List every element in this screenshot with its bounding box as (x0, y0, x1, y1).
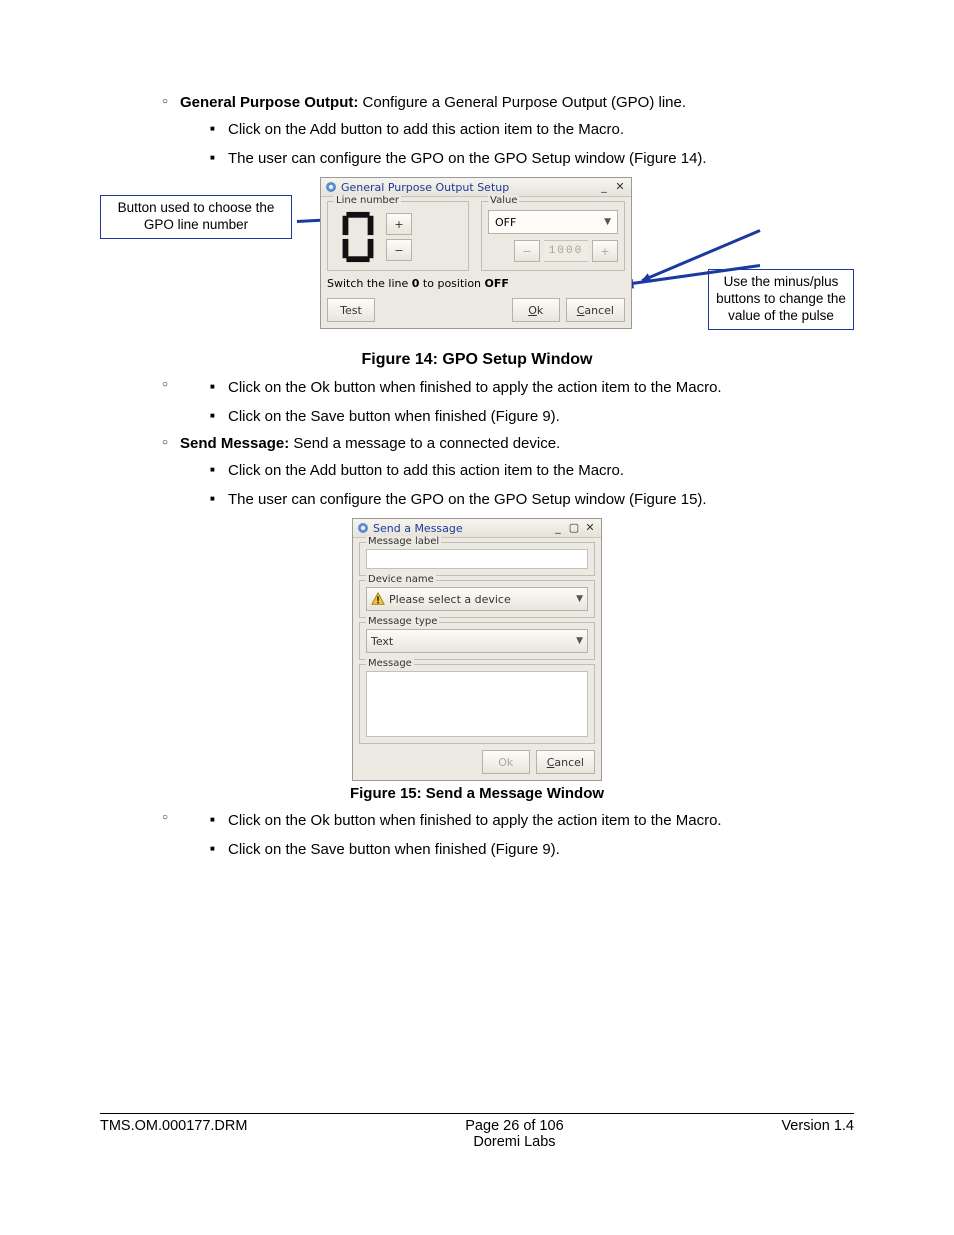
gpo-heading-rest: Configure a General Purpose Output (GPO)… (358, 94, 686, 111)
cancel-button[interactable]: Cancel (536, 750, 595, 774)
message-fieldset: Message (359, 664, 595, 744)
footer-version: Version 1.4 (781, 1118, 854, 1150)
message-type-value: Text (371, 635, 393, 648)
value-legend: Value (488, 195, 519, 206)
callout-line-number: Button used to choose the GPO line numbe… (100, 195, 292, 239)
value-select-text: OFF (495, 216, 516, 229)
message-label-input[interactable] (366, 549, 588, 569)
message-type-select[interactable]: Text ▼ (366, 629, 588, 653)
device-name-select[interactable]: Please select a device ▼ (366, 587, 588, 611)
close-icon[interactable]: ✕ (613, 180, 627, 194)
chevron-down-icon: ▼ (576, 594, 583, 604)
minimize-icon[interactable]: _ (551, 521, 565, 535)
value-select[interactable]: OFF ▼ (488, 210, 618, 234)
test-button[interactable]: Test (327, 298, 375, 322)
line-plus-button[interactable]: + (386, 213, 412, 235)
figure-14-caption: Figure 14: GPO Setup Window (100, 351, 854, 369)
footer-divider (100, 1113, 854, 1114)
message-legend: Message (366, 658, 414, 669)
pulse-plus-button[interactable]: + (592, 240, 618, 262)
app-icon (357, 522, 369, 534)
line-number-legend: Line number (334, 195, 401, 206)
dialog-title-text: Send a Message (373, 522, 549, 535)
bullet-text: The user can configure the GPO on the GP… (210, 148, 854, 169)
line-number-display (334, 210, 382, 264)
message-label-fieldset: Message label (359, 542, 595, 576)
send-message-dialog: Send a Message _ ▢ ✕ Message label Devic… (352, 518, 602, 781)
app-icon (325, 181, 337, 193)
chevron-down-icon: ▼ (604, 217, 611, 227)
bullet-text: Click on the Save button when finished (… (210, 839, 854, 860)
ok-button[interactable]: Ok (512, 298, 560, 322)
message-type-legend: Message type (366, 616, 439, 627)
line-number-fieldset: Line number + − (327, 201, 469, 271)
bullet-text: Click on the Save button when finished (… (210, 406, 854, 427)
bullet-text: Click on the Add button to add this acti… (210, 119, 854, 140)
sendmsg-heading-rest: Send a message to a connected device. (289, 435, 560, 452)
callout-pulse: Use the minus/plus buttons to change the… (708, 269, 854, 330)
gpo-setup-dialog: General Purpose Output Setup _ ✕ Line nu… (320, 177, 632, 329)
value-fieldset: Value OFF ▼ − 1000 + (481, 201, 625, 271)
dialog-title-text: General Purpose Output Setup (341, 181, 595, 194)
chevron-down-icon: ▼ (576, 636, 583, 646)
footer-company: Doremi Labs (465, 1134, 563, 1150)
bullet-text: Click on the Add button to add this acti… (210, 460, 854, 481)
close-icon[interactable]: ✕ (583, 521, 597, 535)
device-name-legend: Device name (366, 574, 436, 585)
gpo-heading-bold: General Purpose Output: (180, 94, 358, 111)
ok-button[interactable]: Ok (482, 750, 530, 774)
message-label-legend: Message label (366, 536, 441, 547)
bullet-text: The user can configure the GPO on the GP… (210, 489, 854, 510)
bullet-text: Click on the Ok button when finished to … (210, 377, 854, 398)
bullet-text: Click on the Ok button when finished to … (210, 810, 854, 831)
pulse-value: 1000 (544, 240, 588, 262)
warning-icon (371, 592, 385, 606)
maximize-icon[interactable]: ▢ (567, 521, 581, 535)
device-name-placeholder: Please select a device (389, 593, 511, 606)
minimize-icon[interactable]: _ (597, 180, 611, 194)
footer-doc-id: TMS.OM.000177.DRM (100, 1118, 247, 1150)
switch-status-text: Switch the line 0 to position OFF (327, 277, 625, 290)
message-type-fieldset: Message type Text ▼ (359, 622, 595, 660)
cancel-button[interactable]: Cancel (566, 298, 625, 322)
message-textarea[interactable] (366, 671, 588, 737)
footer-page: Page 26 of 106 (465, 1118, 563, 1134)
figure-15-caption: Figure 15: Send a Message Window (100, 785, 854, 802)
sendmsg-heading-bold: Send Message: (180, 435, 289, 452)
pulse-minus-button[interactable]: − (514, 240, 540, 262)
line-minus-button[interactable]: − (386, 239, 412, 261)
device-name-fieldset: Device name Please select a device ▼ (359, 580, 595, 618)
